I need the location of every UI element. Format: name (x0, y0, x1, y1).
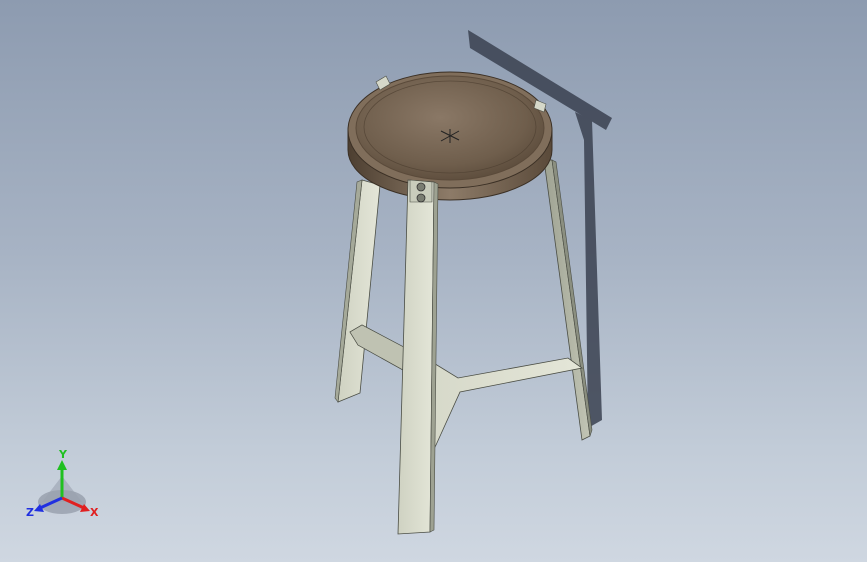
y-axis-label: Y (58, 448, 68, 461)
back-right-leg[interactable] (543, 159, 593, 441)
graphics-viewport[interactable]: Y X Z (0, 0, 867, 562)
front-leg[interactable] (397, 179, 439, 535)
bolt-lower (416, 193, 426, 203)
bolt-upper (416, 182, 426, 192)
reference-triad: Y X Z (26, 448, 99, 519)
model-scene[interactable] (0, 0, 867, 562)
leg-stretcher[interactable] (349, 324, 583, 461)
x-axis-label: X (90, 506, 99, 519)
back-left-leg[interactable] (334, 179, 381, 403)
z-axis-label: Z (26, 506, 34, 519)
